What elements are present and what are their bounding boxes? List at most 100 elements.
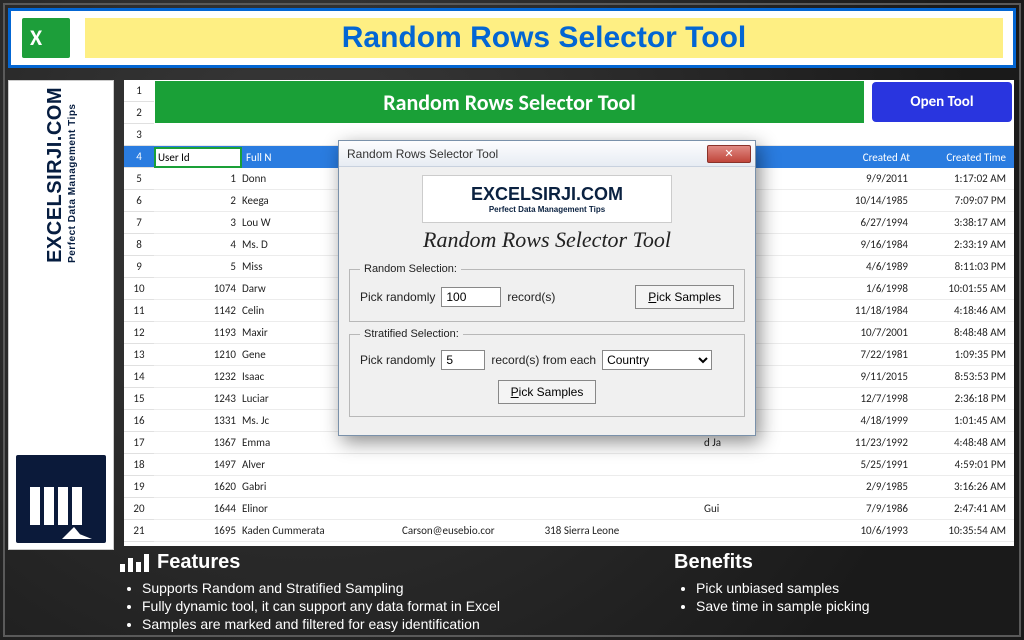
header-user-id[interactable]: User Id bbox=[154, 147, 242, 168]
table-row[interactable]: 1695Kaden CummerataCarson@eusebio.cor318… bbox=[154, 520, 1014, 542]
cell-date: 9/11/2015 bbox=[824, 370, 914, 383]
cell-time: 2:33:19 AM bbox=[914, 238, 1014, 251]
row-number[interactable]: 2 bbox=[124, 102, 154, 124]
table-row[interactable]: 1620Gabri2/9/19853:16:26 AM bbox=[154, 476, 1014, 498]
row-number[interactable]: 14 bbox=[124, 366, 154, 388]
cell-id: 3 bbox=[154, 216, 242, 229]
brand-picto-icon bbox=[16, 455, 106, 543]
cell-name: Kaden Cummerata bbox=[242, 524, 362, 537]
cell-id: 1193 bbox=[154, 326, 242, 339]
cell-time: 10:01:55 AM bbox=[914, 282, 1014, 295]
row-number[interactable]: 15 bbox=[124, 388, 154, 410]
dialog-titlebar[interactable]: Random Rows Selector Tool ✕ bbox=[339, 141, 755, 167]
cell-name: Emma bbox=[242, 436, 362, 449]
cell-date: 4/18/1999 bbox=[824, 414, 914, 427]
features-column: Features Supports Random and Stratified … bbox=[120, 551, 674, 634]
close-button[interactable]: ✕ bbox=[707, 145, 751, 163]
random-label-pre: Pick randomly bbox=[360, 290, 435, 304]
row-number[interactable]: 7 bbox=[124, 212, 154, 234]
random-pick-button[interactable]: Pick Samples bbox=[635, 285, 734, 309]
cell-date: 7/22/1981 bbox=[824, 348, 914, 361]
random-count-input[interactable] bbox=[441, 287, 501, 307]
strat-count-input[interactable] bbox=[441, 350, 485, 370]
cell-date: 10/6/1993 bbox=[824, 524, 914, 537]
dialog-brand-sub: Perfect Data Management Tips bbox=[489, 205, 605, 214]
cell-name: Alver bbox=[242, 458, 362, 471]
cell-id: 1 bbox=[154, 172, 242, 185]
row-number[interactable]: 19 bbox=[124, 476, 154, 498]
cell-ext: d Ja bbox=[704, 436, 824, 449]
row-number[interactable]: 9 bbox=[124, 256, 154, 278]
strat-field-select[interactable]: Country bbox=[602, 350, 712, 370]
cell-date: 9/16/1984 bbox=[824, 238, 914, 251]
strat-label-pre: Pick randomly bbox=[360, 353, 435, 367]
table-row[interactable]: 1644ElinorGui7/9/19862:47:41 AM bbox=[154, 498, 1014, 520]
strat-label-mid: record(s) from each bbox=[491, 353, 596, 367]
table-row[interactable]: 1497Alver5/25/19914:59:01 PM bbox=[154, 454, 1014, 476]
cell-time: 1:17:02 AM bbox=[914, 172, 1014, 185]
cell-time: 3:38:17 AM bbox=[914, 216, 1014, 229]
cell-date: 6/27/1994 bbox=[824, 216, 914, 229]
cell-ext: Gui bbox=[704, 502, 824, 515]
row-number[interactable]: 8 bbox=[124, 234, 154, 256]
row-number[interactable]: 4 bbox=[124, 146, 154, 168]
header-created-time: Created Time bbox=[914, 151, 1014, 164]
row-number[interactable]: 16 bbox=[124, 410, 154, 432]
cell-date: 5/25/1991 bbox=[824, 458, 914, 471]
open-tool-button[interactable]: Open Tool bbox=[872, 82, 1012, 122]
feature-item: Fully dynamic tool, it can support any d… bbox=[142, 598, 674, 614]
cell-time: 3:16:26 AM bbox=[914, 480, 1014, 493]
random-label-post: record(s) bbox=[507, 290, 555, 304]
cell-id: 1210 bbox=[154, 348, 242, 361]
random-legend: Random Selection: bbox=[360, 263, 461, 275]
benefit-item: Save time in sample picking bbox=[696, 598, 1014, 614]
cell-time: 1:01:45 AM bbox=[914, 414, 1014, 427]
cell-time: 4:59:01 PM bbox=[914, 458, 1014, 471]
row-number[interactable]: 1 bbox=[124, 80, 154, 102]
cell-time: 8:11:03 PM bbox=[914, 260, 1014, 273]
cell-id: 1644 bbox=[154, 502, 242, 515]
cell-id: 1620 bbox=[154, 480, 242, 493]
cell-id: 4 bbox=[154, 238, 242, 251]
row-number[interactable]: 17 bbox=[124, 432, 154, 454]
row-number[interactable]: 12 bbox=[124, 322, 154, 344]
dialog-title: Random Rows Selector Tool bbox=[347, 147, 498, 161]
row-number[interactable]: 10 bbox=[124, 278, 154, 300]
row-number[interactable]: 21 bbox=[124, 520, 154, 542]
row-number[interactable]: 3 bbox=[124, 124, 154, 146]
cell-date: 7/9/1986 bbox=[824, 502, 914, 515]
cell-time: 4:48:48 AM bbox=[914, 436, 1014, 449]
cell-time: 10:35:54 AM bbox=[914, 524, 1014, 537]
feature-item: Supports Random and Stratified Sampling bbox=[142, 580, 674, 596]
header-created-at: Created At bbox=[824, 151, 914, 164]
cell-id: 1367 bbox=[154, 436, 242, 449]
tool-dialog: Random Rows Selector Tool ✕ EXCELSIRJI.C… bbox=[338, 140, 756, 436]
excel-icon bbox=[17, 16, 75, 60]
bottom-info: Features Supports Random and Stratified … bbox=[120, 551, 1014, 634]
cell-date: 11/23/1992 bbox=[824, 436, 914, 449]
cell-id: 1232 bbox=[154, 370, 242, 383]
brand-sidebar: EXCELSIRJI.COM Perfect Data Management T… bbox=[8, 80, 114, 550]
cell-date: 10/7/2001 bbox=[824, 326, 914, 339]
features-title: Features bbox=[157, 551, 240, 574]
brand-name: EXCELSIRJI.COM bbox=[44, 87, 66, 263]
row-number[interactable]: 13 bbox=[124, 344, 154, 366]
cell-time: 8:53:53 PM bbox=[914, 370, 1014, 383]
benefit-item: Pick unbiased samples bbox=[696, 580, 1014, 596]
page-title: Random Rows Selector Tool bbox=[342, 21, 747, 55]
cell-time: 8:48:48 AM bbox=[914, 326, 1014, 339]
cell-id: 1331 bbox=[154, 414, 242, 427]
cell-date: 12/7/1998 bbox=[824, 392, 914, 405]
stratified-legend: Stratified Selection: bbox=[360, 328, 463, 340]
benefits-column: Benefits Pick unbiased samplesSave time … bbox=[674, 551, 1014, 634]
cell-id: 5 bbox=[154, 260, 242, 273]
strat-pick-button[interactable]: Pick Samples bbox=[498, 380, 597, 404]
row-number[interactable]: 18 bbox=[124, 454, 154, 476]
row-number[interactable]: 20 bbox=[124, 498, 154, 520]
cell-time: 4:18:46 AM bbox=[914, 304, 1014, 317]
dialog-brand: EXCELSIRJI.COM bbox=[471, 184, 623, 205]
row-number[interactable]: 11 bbox=[124, 300, 154, 322]
row-number[interactable]: 5 bbox=[124, 168, 154, 190]
row-number[interactable]: 6 bbox=[124, 190, 154, 212]
cell-date: 1/6/1998 bbox=[824, 282, 914, 295]
